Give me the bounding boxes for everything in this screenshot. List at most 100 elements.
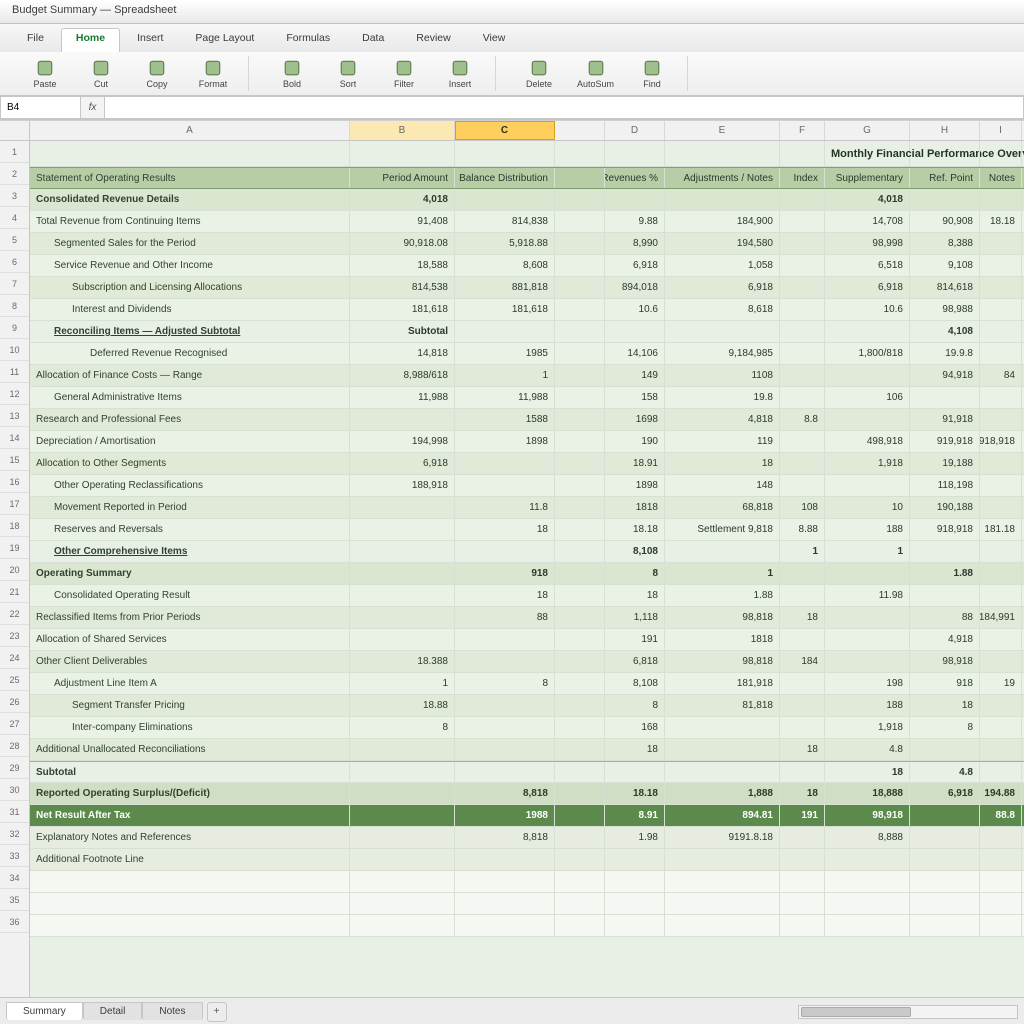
cell[interactable]: 10 bbox=[825, 497, 910, 518]
cell[interactable]: 19.9.8 bbox=[910, 343, 980, 364]
cell[interactable] bbox=[455, 762, 555, 782]
cell[interactable]: 168 bbox=[605, 717, 665, 738]
row-header[interactable]: 14 bbox=[0, 427, 29, 449]
cell[interactable]: Period Amount bbox=[350, 168, 455, 188]
cell[interactable] bbox=[455, 871, 555, 892]
column-header-E[interactable]: E bbox=[665, 121, 780, 140]
sheet-tab-notes[interactable]: Notes bbox=[142, 1002, 202, 1020]
copy-button[interactable]: Copy bbox=[132, 56, 182, 92]
row-header[interactable]: 34 bbox=[0, 867, 29, 889]
row-header[interactable]: 3 bbox=[0, 185, 29, 207]
cell[interactable] bbox=[555, 673, 605, 694]
cell[interactable]: 184,900 bbox=[665, 211, 780, 232]
cell[interactable] bbox=[555, 431, 605, 452]
cell[interactable]: 88 bbox=[910, 607, 980, 628]
cell[interactable] bbox=[605, 141, 665, 166]
cell[interactable]: 8 bbox=[455, 673, 555, 694]
cell[interactable] bbox=[605, 849, 665, 870]
cell[interactable] bbox=[665, 141, 780, 166]
cell[interactable] bbox=[555, 321, 605, 342]
cell[interactable] bbox=[555, 541, 605, 562]
cell[interactable]: 4.8 bbox=[910, 762, 980, 782]
cell[interactable] bbox=[555, 893, 605, 914]
cell[interactable] bbox=[665, 871, 780, 892]
cell[interactable] bbox=[555, 189, 605, 210]
cell[interactable]: 188,918 bbox=[350, 475, 455, 496]
cell[interactable] bbox=[350, 871, 455, 892]
row-header[interactable]: 5 bbox=[0, 229, 29, 251]
find-button[interactable]: Find bbox=[627, 56, 677, 92]
cell[interactable]: 814,538 bbox=[350, 277, 455, 298]
row-header[interactable]: 26 bbox=[0, 691, 29, 713]
ribbon-tab-view[interactable]: View bbox=[468, 28, 521, 52]
cell[interactable] bbox=[980, 585, 1022, 606]
cell[interactable] bbox=[665, 189, 780, 210]
cell[interactable]: 194,998 bbox=[350, 431, 455, 452]
cell[interactable]: 184 bbox=[780, 651, 825, 672]
row-header[interactable]: 25 bbox=[0, 669, 29, 691]
cell[interactable] bbox=[555, 717, 605, 738]
cell[interactable]: 1108 bbox=[665, 365, 780, 386]
cell[interactable] bbox=[825, 629, 910, 650]
cell[interactable]: Supplementary bbox=[825, 168, 910, 188]
cell[interactable] bbox=[980, 849, 1022, 870]
cell[interactable]: Settlement 9,818 bbox=[665, 519, 780, 540]
cell[interactable] bbox=[980, 453, 1022, 474]
cell[interactable] bbox=[780, 321, 825, 342]
cell[interactable]: Research and Professional Fees bbox=[30, 409, 350, 430]
cell[interactable]: 1.88 bbox=[910, 563, 980, 584]
cell[interactable]: 90,918.08 bbox=[350, 233, 455, 254]
cell[interactable]: 4,918 bbox=[910, 629, 980, 650]
column-header-H[interactable]: H bbox=[910, 121, 980, 140]
cell[interactable] bbox=[980, 387, 1022, 408]
column-header-I[interactable]: I bbox=[980, 121, 1022, 140]
cell[interactable] bbox=[825, 849, 910, 870]
cell[interactable] bbox=[555, 497, 605, 518]
row-header[interactable]: 16 bbox=[0, 471, 29, 493]
cell[interactable] bbox=[555, 607, 605, 628]
cell[interactable] bbox=[350, 629, 455, 650]
ribbon-tab-formulas[interactable]: Formulas bbox=[271, 28, 345, 52]
cell[interactable] bbox=[825, 321, 910, 342]
cell[interactable] bbox=[825, 563, 910, 584]
row-header[interactable]: 1 bbox=[0, 141, 29, 163]
cell[interactable]: 814,618 bbox=[910, 277, 980, 298]
delete-button[interactable]: Delete bbox=[514, 56, 564, 92]
cell[interactable] bbox=[665, 893, 780, 914]
cell[interactable] bbox=[455, 141, 555, 166]
cell[interactable] bbox=[980, 651, 1022, 672]
cell[interactable]: 8,618 bbox=[665, 299, 780, 320]
cell[interactable]: Deferred Revenue Recognised bbox=[30, 343, 350, 364]
cell[interactable] bbox=[980, 762, 1022, 782]
row-header[interactable]: 7 bbox=[0, 273, 29, 295]
cell[interactable] bbox=[555, 915, 605, 936]
cell[interactable] bbox=[780, 915, 825, 936]
cell[interactable]: 4,108 bbox=[910, 321, 980, 342]
cell[interactable]: 894.81 bbox=[665, 805, 780, 826]
cell[interactable] bbox=[980, 871, 1022, 892]
cell[interactable]: 88 bbox=[455, 607, 555, 628]
cell[interactable]: 8 bbox=[350, 717, 455, 738]
row-header[interactable]: 33 bbox=[0, 845, 29, 867]
cell[interactable]: 18 bbox=[455, 585, 555, 606]
cell[interactable]: 8,108 bbox=[605, 673, 665, 694]
row-header[interactable]: 13 bbox=[0, 405, 29, 427]
cell[interactable]: 181.18 bbox=[980, 519, 1022, 540]
cell[interactable] bbox=[780, 695, 825, 716]
cell[interactable]: Additional Unallocated Reconciliations bbox=[30, 739, 350, 760]
bold-button[interactable]: Bold bbox=[267, 56, 317, 92]
cell[interactable] bbox=[555, 453, 605, 474]
cell[interactable]: 98,988 bbox=[910, 299, 980, 320]
cell[interactable]: 1 bbox=[825, 541, 910, 562]
row-header[interactable]: 18 bbox=[0, 515, 29, 537]
cell[interactable]: 194,580 bbox=[665, 233, 780, 254]
cell[interactable] bbox=[825, 409, 910, 430]
cell[interactable] bbox=[350, 585, 455, 606]
cell[interactable]: 18 bbox=[780, 783, 825, 804]
report-title[interactable]: Monthly Financial Performance Overview bbox=[825, 141, 910, 166]
cell[interactable]: 8,888 bbox=[825, 827, 910, 848]
cell[interactable]: Inter-company Eliminations bbox=[30, 717, 350, 738]
cell[interactable]: Other Operating Reclassifications bbox=[30, 475, 350, 496]
cell[interactable] bbox=[780, 827, 825, 848]
cell[interactable] bbox=[980, 141, 1022, 166]
